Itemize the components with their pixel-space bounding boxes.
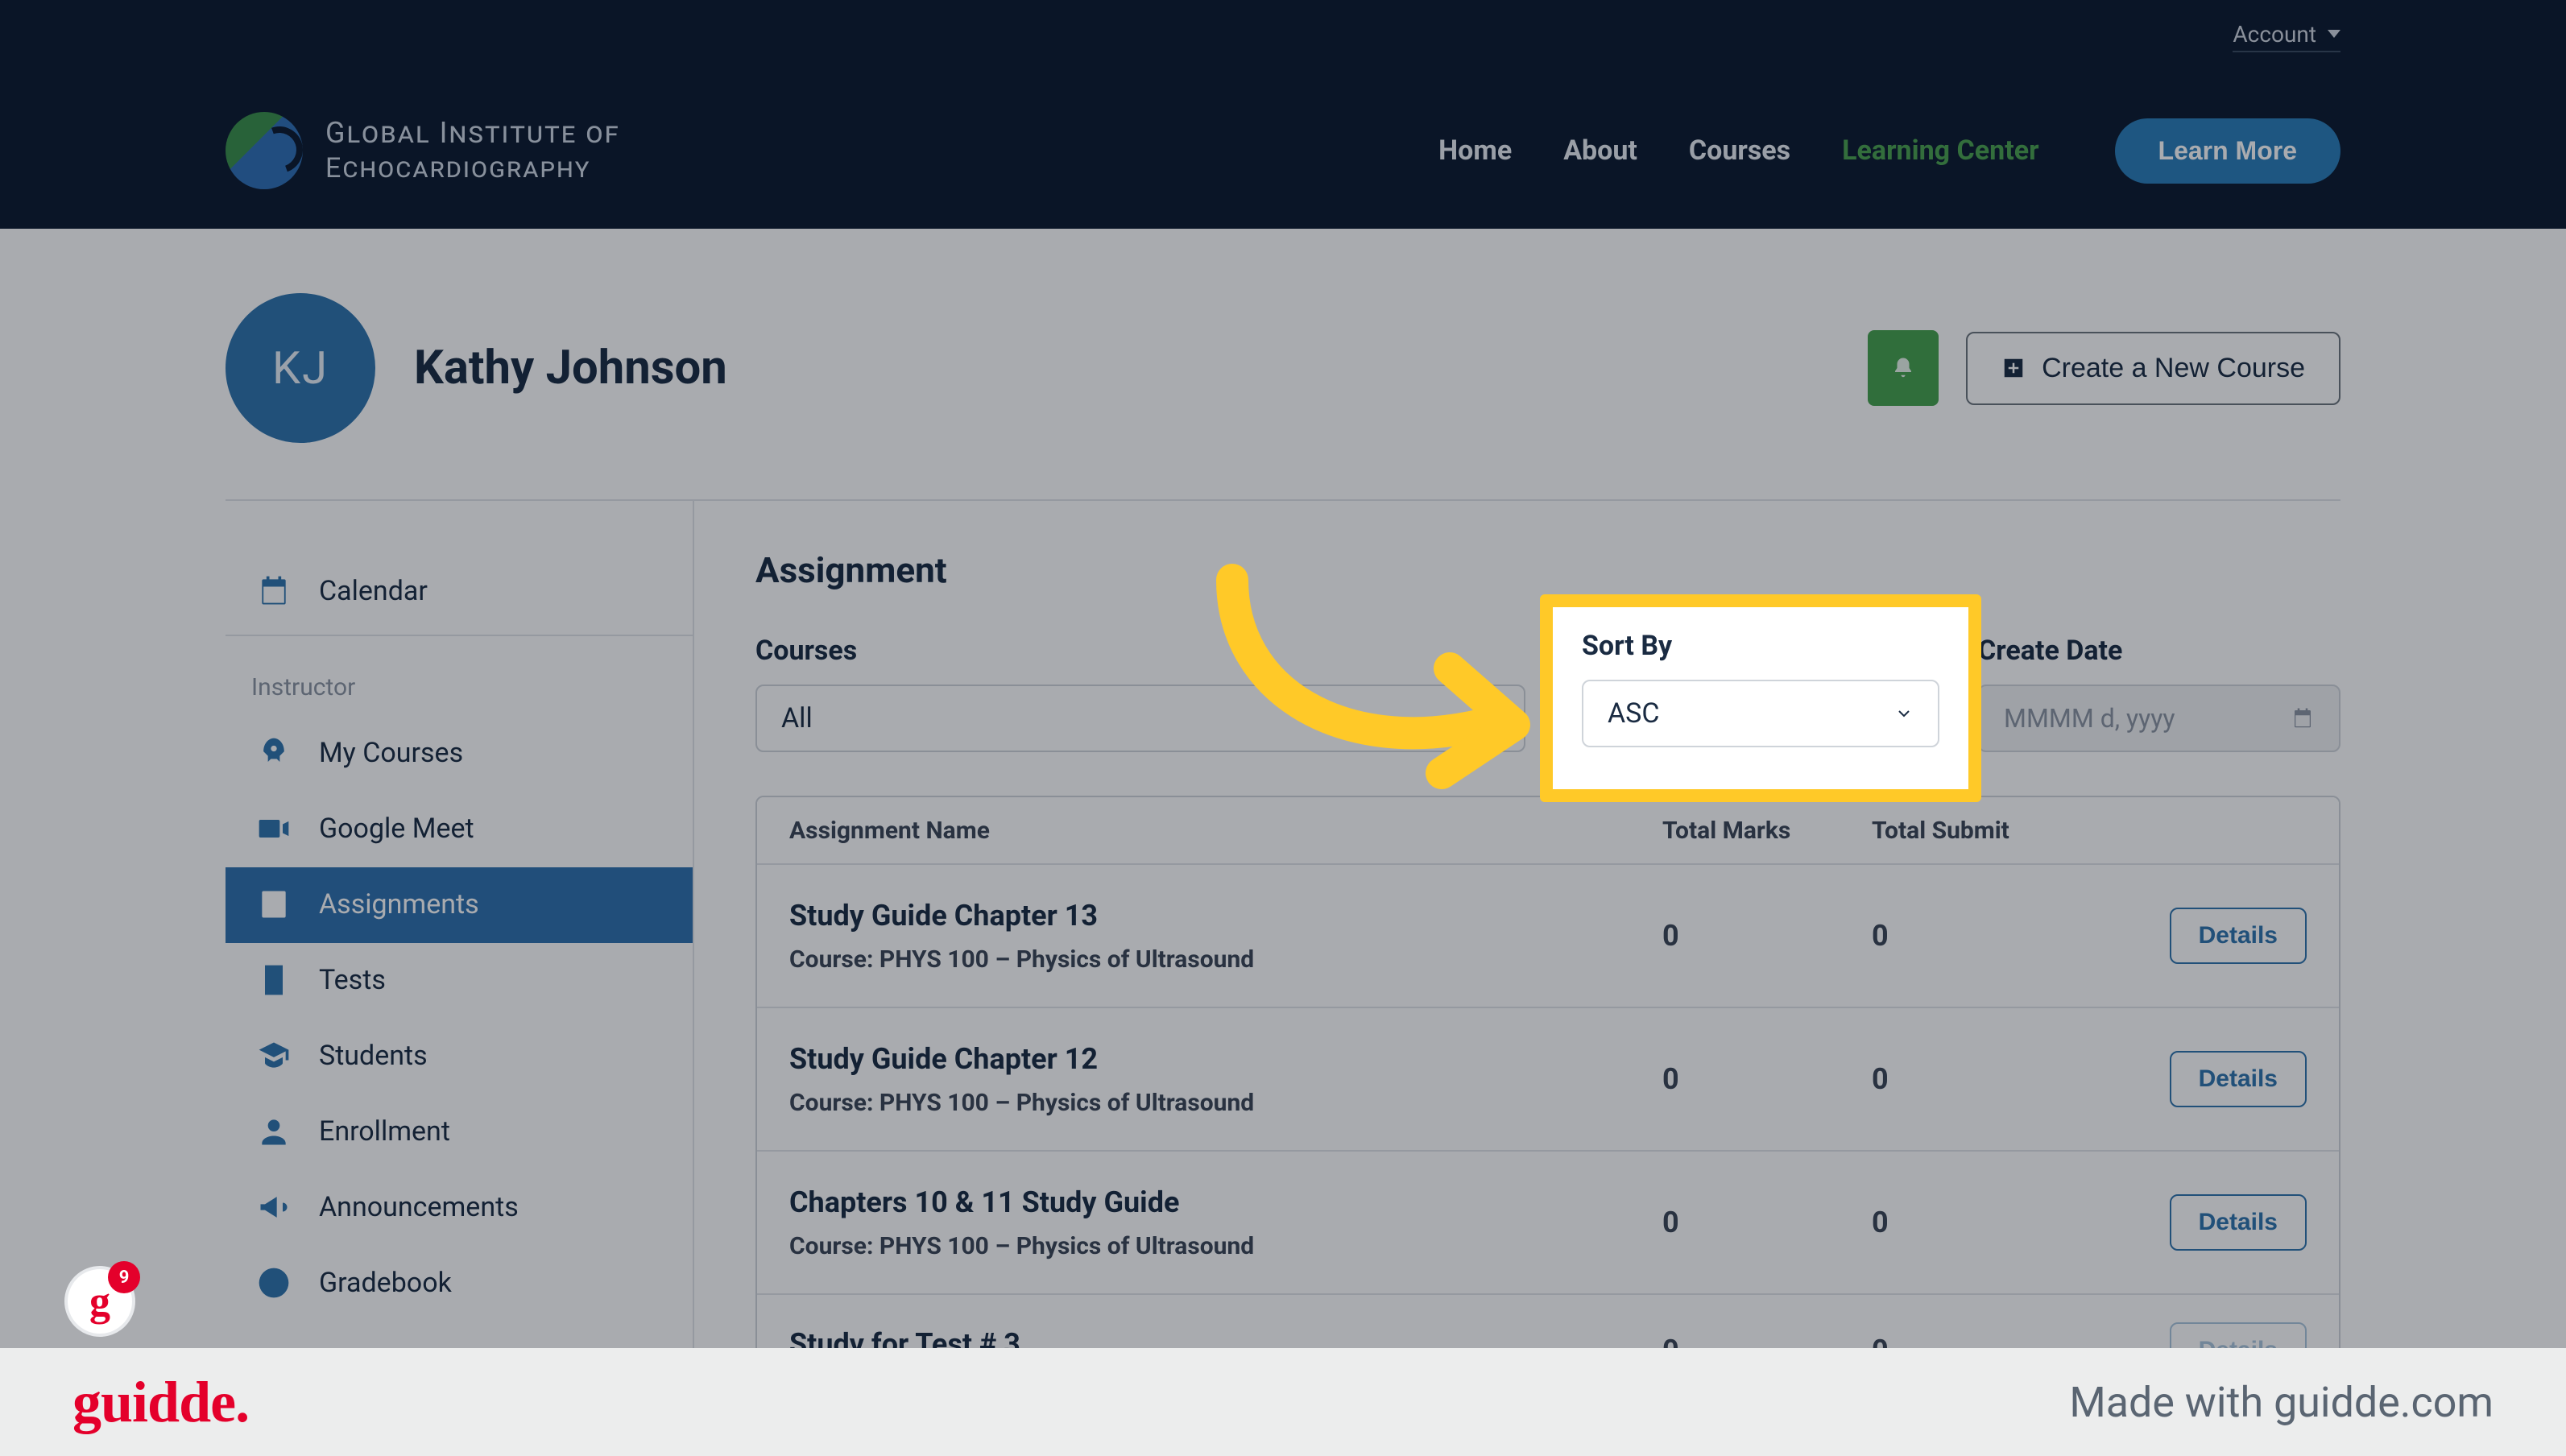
sidebar-item-enrollment[interactable]: Enrollment xyxy=(226,1094,693,1170)
highlight-box: Sort By ASC xyxy=(1540,594,1981,802)
sidebar-item-students[interactable]: Students xyxy=(226,1019,693,1094)
footer: guidde. Made with guidde.com xyxy=(0,1348,2566,1456)
sidebar-item-google-meet[interactable]: Google Meet xyxy=(226,792,693,867)
details-button[interactable]: Details xyxy=(2170,1051,2307,1107)
nav-links: Home About Courses Learning Center Learn… xyxy=(1438,118,2340,184)
guidde-badge[interactable]: g 9 xyxy=(64,1266,135,1337)
sidebar-item-my-courses[interactable]: My Courses xyxy=(226,716,693,792)
guidde-logo: guidde. xyxy=(72,1369,249,1436)
page-title: Kathy Johnson xyxy=(414,341,727,395)
notifications-button[interactable] xyxy=(1868,330,1939,406)
brand[interactable]: Global Institute of Echocardiography xyxy=(226,112,620,189)
utility-bar: Account xyxy=(0,0,2566,72)
sidebar-item-announcements[interactable]: Announcements xyxy=(226,1170,693,1246)
calendar-icon xyxy=(2291,706,2315,730)
learn-more-button[interactable]: Learn More xyxy=(2115,118,2340,184)
nav-courses[interactable]: Courses xyxy=(1689,134,1790,167)
sidebar-item-gradebook[interactable]: Gradebook xyxy=(226,1246,693,1322)
gradebook-icon xyxy=(256,1265,292,1301)
rocket-icon xyxy=(256,735,292,771)
sidebar: Calendar Instructor My Courses Google Me… xyxy=(226,501,694,1380)
createdate-input[interactable]: MMMM d, yyyy xyxy=(1978,685,2340,752)
guidde-count: 9 xyxy=(108,1261,140,1293)
brand-logo-icon xyxy=(226,112,303,189)
assignments-table: Assignment Name Total Marks Total Submit… xyxy=(755,796,2340,1380)
details-button[interactable]: Details xyxy=(2170,1194,2307,1251)
create-course-button[interactable]: Create a New Course xyxy=(1966,332,2340,405)
profile-header: KJ Kathy Johnson Create a New Course xyxy=(226,293,2340,443)
made-with-guidde: Made with guidde.com xyxy=(2069,1378,2494,1427)
sidebar-item-assignments[interactable]: Assignments xyxy=(226,867,693,943)
table-header: Assignment Name Total Marks Total Submit xyxy=(757,797,2339,865)
navbar: Global Institute of Echocardiography Hom… xyxy=(0,72,2566,229)
nav-about[interactable]: About xyxy=(1563,134,1637,167)
create-course-label: Create a New Course xyxy=(2042,353,2305,384)
createdate-label: Create Date xyxy=(1978,635,2340,667)
table-row: Study Guide Chapter 12 Course: PHYS 100 … xyxy=(757,1008,2339,1152)
sidebar-section-instructor: Instructor xyxy=(226,651,693,716)
sidebar-item-calendar[interactable]: Calendar xyxy=(226,549,693,635)
avatar[interactable]: KJ xyxy=(226,293,375,443)
calendar-icon xyxy=(256,573,292,609)
video-icon xyxy=(256,811,292,846)
graduation-icon xyxy=(256,1038,292,1073)
table-row: Study Guide Chapter 13 Course: PHYS 100 … xyxy=(757,865,2339,1008)
assignment-icon xyxy=(256,887,292,922)
nav-learning-center[interactable]: Learning Center xyxy=(1842,134,2038,167)
sortby-label-highlight: Sort By xyxy=(1582,630,1968,662)
account-label: Account xyxy=(2233,21,2316,48)
bell-icon xyxy=(1891,356,1915,380)
test-icon xyxy=(256,962,292,998)
table-row: Chapters 10 & 11 Study Guide Course: PHY… xyxy=(757,1152,2339,1295)
person-icon xyxy=(256,1114,292,1149)
megaphone-icon xyxy=(256,1189,292,1225)
sortby-dropdown-highlight[interactable]: ASC xyxy=(1582,680,1939,747)
details-button[interactable]: Details xyxy=(2170,908,2307,964)
chevron-down-icon xyxy=(1894,704,1914,723)
plus-icon xyxy=(2001,356,2026,380)
account-menu[interactable]: Account xyxy=(2233,21,2340,52)
brand-text: Global Institute of Echocardiography xyxy=(325,115,620,186)
sidebar-item-tests[interactable]: Tests xyxy=(226,943,693,1019)
annotation-arrow-icon xyxy=(1184,564,1554,805)
nav-home[interactable]: Home xyxy=(1438,134,1512,167)
chevron-down-icon xyxy=(2328,30,2340,38)
